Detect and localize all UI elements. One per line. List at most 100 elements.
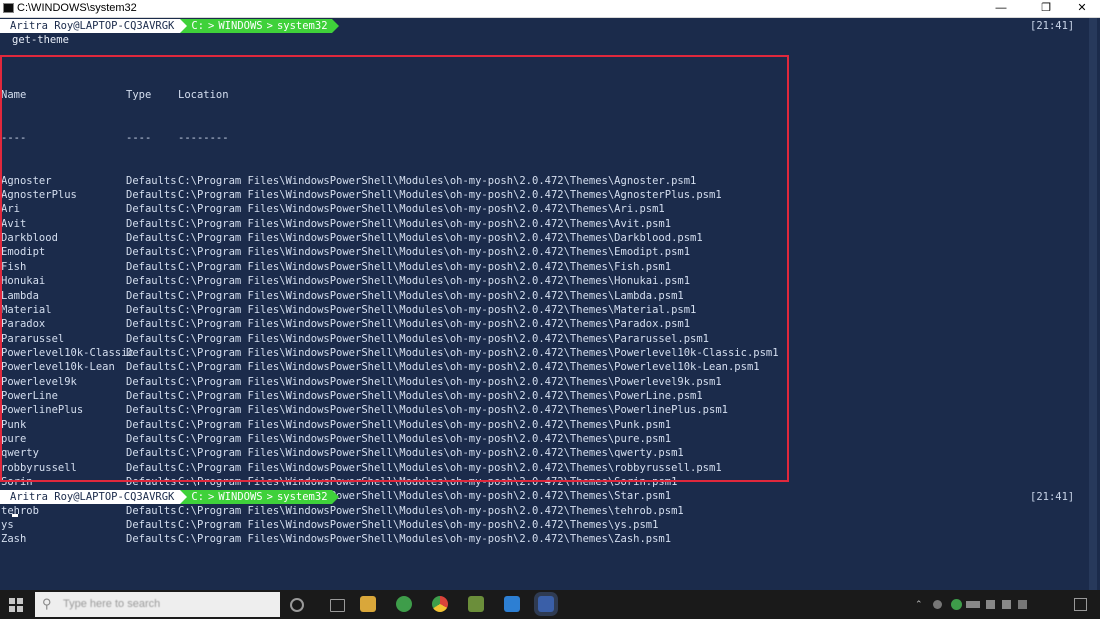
minimize-button[interactable]: —	[983, 0, 1019, 17]
theme-type: Defaults	[126, 189, 177, 202]
theme-location: C:\Program Files\WindowsPowerShell\Modul…	[178, 289, 684, 302]
theme-location: C:\Program Files\WindowsPowerShell\Modul…	[178, 232, 703, 245]
theme-name: Punk	[1, 418, 27, 431]
table-row: Material Defaults C:\Program Files\Windows…	[1, 303, 781, 317]
taskbar: ⚲ Type here to search ⌃	[0, 590, 1100, 619]
theme-location: C:\Program Files\WindowsPowerShell\Modul…	[178, 318, 691, 331]
close-button[interactable]: ✕	[1064, 0, 1100, 17]
table-row: pure Defaults C:\Program Files\WindowsPowe…	[1, 432, 781, 446]
show-hidden-icons[interactable]: ⌃	[915, 599, 923, 611]
theme-location: C:\Program Files\WindowsPowerShell\Modul…	[178, 203, 665, 216]
vscode-icon[interactable]	[504, 596, 520, 612]
theme-type: Defaults	[126, 246, 177, 259]
theme-name: Powerlevel10k-Lean	[1, 361, 115, 374]
prompt-folder-windows: WINDOWS	[218, 20, 263, 32]
cortana-icon[interactable]	[290, 598, 304, 612]
theme-location: C:\Program Files\WindowsPowerShell\Modul…	[178, 246, 691, 259]
table-row: Pararussel Defaults C:\Program Files\Windo…	[1, 332, 781, 346]
terminal-app-icon	[3, 3, 14, 13]
theme-location: C:\Program Files\WindowsPowerShell\Modul…	[178, 260, 672, 273]
theme-name: Pararussel	[1, 332, 65, 345]
table-row: Agnoster Defaults C:\Program Files\Windows…	[1, 174, 781, 188]
theme-location: C:\Program Files\WindowsPowerShell\Modul…	[178, 519, 659, 531]
chrome-icon[interactable]	[432, 596, 448, 612]
theme-location: C:\Program Files\WindowsPowerShell\Modul…	[178, 375, 722, 388]
theme-type: Defaults	[126, 519, 177, 531]
theme-type: Defaults	[126, 361, 177, 374]
prompt-line: Aritra Roy@LAPTOP-CQ3AVRGK C: > WINDOWS …	[0, 19, 339, 33]
prompt-separator: >	[266, 20, 273, 32]
underline-type: ----	[126, 131, 152, 144]
file-explorer-icon[interactable]	[360, 596, 376, 612]
table-row: ys Defaults C:\Program Files\WindowsPowerS…	[1, 518, 781, 532]
restore-button[interactable]: ❐	[1028, 0, 1064, 17]
theme-type: Defaults	[126, 217, 177, 230]
underline-name: ----	[1, 131, 27, 144]
task-view-icon[interactable]	[330, 599, 345, 612]
volume-icon[interactable]	[1002, 600, 1011, 609]
whatsapp-icon[interactable]	[396, 596, 412, 612]
theme-location: C:\Program Files\WindowsPowerShell\Modul…	[178, 475, 678, 488]
theme-name: robbyrussell	[1, 461, 77, 474]
table-row: Ari Defaults C:\Program Files\WindowsPower…	[1, 202, 781, 216]
notifications-icon[interactable]	[1074, 598, 1087, 611]
scrollbar-thumb[interactable]	[1089, 18, 1097, 590]
system-clock[interactable]	[1035, 593, 1071, 615]
theme-type: Defaults	[126, 232, 177, 245]
prompt-separator: >	[266, 491, 273, 503]
prompt-time: [21:41]	[1030, 491, 1075, 503]
theme-name: Agnoster	[1, 174, 52, 187]
table-row: Darkblood Defaults C:\Program Files\Window…	[1, 231, 781, 245]
prompt-user: Aritra Roy@LAPTOP-CQ3AVRGK	[0, 19, 181, 33]
theme-type: Defaults	[126, 303, 177, 316]
tray-app-icon[interactable]	[933, 600, 942, 609]
table-row: Powerlevel10k-Lean Defaults C:\Program Fil…	[1, 360, 781, 374]
prompt-arrow-icon	[331, 19, 339, 33]
prompt-arrow-icon	[331, 490, 339, 504]
app-icon[interactable]	[468, 596, 484, 612]
theme-name: qwerty	[1, 447, 39, 460]
taskbar-search-input[interactable]: ⚲ Type here to search	[35, 592, 280, 617]
theme-location: C:\Program Files\WindowsPowerShell\Modul…	[178, 174, 697, 187]
theme-name: pure	[1, 432, 27, 445]
theme-name: Paradox	[1, 318, 46, 331]
theme-name: PowerLine	[1, 389, 58, 402]
prompt-separator: >	[208, 20, 215, 32]
theme-name: Zash	[1, 533, 27, 546]
theme-name: Fish	[1, 260, 27, 273]
vertical-scrollbar[interactable]	[1086, 18, 1100, 590]
theme-type: Defaults	[126, 332, 177, 345]
theme-type: Defaults	[126, 533, 177, 546]
theme-location: C:\Program Files\WindowsPowerShell\Modul…	[178, 432, 672, 445]
theme-location: C:\Program Files\WindowsPowerShell\Modul…	[178, 504, 684, 517]
tray-app-icon[interactable]	[951, 599, 962, 610]
terminal-view[interactable]: Aritra Roy@LAPTOP-CQ3AVRGK C: > WINDOWS …	[0, 18, 1086, 590]
window-title-bar[interactable]: C:\WINDOWS\system32 — ❐ ✕	[0, 0, 1100, 18]
theme-type: Defaults	[126, 475, 177, 488]
prompt-time: [21:41]	[1030, 20, 1075, 32]
theme-location: C:\Program Files\WindowsPowerShell\Modul…	[178, 217, 672, 230]
theme-name: ys	[1, 519, 14, 531]
theme-type: Defaults	[126, 346, 177, 359]
theme-location: C:\Program Files\WindowsPowerShell\Modul…	[178, 346, 779, 359]
theme-location: C:\Program Files\WindowsPowerShell\Modul…	[178, 275, 691, 288]
theme-location: C:\Program Files\WindowsPowerShell\Modul…	[178, 533, 672, 546]
powershell-icon[interactable]	[538, 596, 554, 612]
prompt-folder-system32: system32	[276, 491, 328, 503]
windows-start-icon[interactable]	[9, 598, 23, 612]
prompt-drive: C:	[191, 20, 205, 32]
table-row: Avit Defaults C:\Program Files\WindowsPowe…	[1, 217, 781, 231]
table-row: tehrob Defaults C:\Program Files\WindowsPo…	[1, 504, 781, 518]
language-icon[interactable]	[1018, 600, 1027, 609]
text-cursor[interactable]	[12, 514, 18, 517]
theme-name: Ari	[1, 203, 20, 216]
table-header-row: Name Type Location	[1, 88, 781, 102]
prompt-arrow-icon	[180, 490, 188, 504]
network-icon[interactable]	[986, 600, 995, 609]
command-text: get-theme	[12, 34, 69, 46]
theme-type: Defaults	[126, 432, 177, 445]
table-row: Paradox Defaults C:\Program Files\WindowsP…	[1, 317, 781, 331]
theme-name: Sorin	[1, 475, 33, 488]
theme-name: Honukai	[1, 275, 46, 288]
battery-icon[interactable]	[966, 601, 980, 608]
